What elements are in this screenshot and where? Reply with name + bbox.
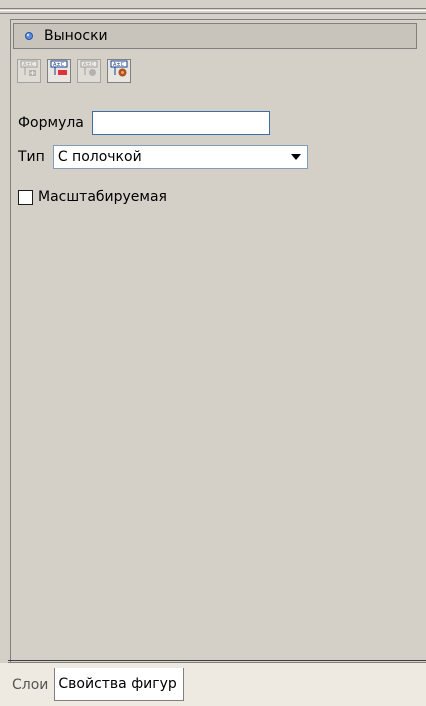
scalable-row: Масштабируемая xyxy=(18,189,167,205)
type-label: Тип xyxy=(18,149,45,165)
formula-label: Формула xyxy=(18,115,84,131)
panel-tabs: Слои Свойства фигур xyxy=(6,668,184,701)
callout-properties-icon: A±C xyxy=(110,60,128,82)
section-title: Выноски xyxy=(44,28,108,44)
blue-dot-icon xyxy=(22,29,36,43)
formula-input[interactable] xyxy=(91,111,270,135)
remove-callout-icon: A±C xyxy=(50,60,68,82)
scalable-checkbox[interactable] xyxy=(18,189,33,205)
add-callout-icon: A±C xyxy=(20,60,38,82)
tab-shape-properties-label: Свойства фигур xyxy=(58,676,177,692)
type-row: Тип С полочкой xyxy=(18,145,308,169)
type-select[interactable]: С полочкой xyxy=(52,145,308,169)
chevron-down-icon[interactable] xyxy=(285,147,306,167)
callout-properties-button[interactable]: A±C xyxy=(107,59,131,83)
callouts-section-header[interactable]: Выноски xyxy=(13,23,417,49)
formula-row: Формула xyxy=(18,111,270,135)
tab-shape-properties[interactable]: Свойства фигур xyxy=(54,668,184,701)
callout-toolbar: A±C A±C A±C A±C xyxy=(17,59,131,89)
scalable-label[interactable]: Масштабируемая xyxy=(38,189,167,205)
edit-callout-icon: A±C xyxy=(80,60,98,82)
remove-callout-button[interactable]: A±C xyxy=(47,59,71,83)
divider xyxy=(8,660,426,661)
edit-callout-button[interactable]: A±C xyxy=(77,59,101,83)
tab-layers-label: Слои xyxy=(12,676,49,693)
type-select-value: С полочкой xyxy=(57,149,142,165)
tab-layers[interactable]: Слои xyxy=(6,668,54,701)
top-frame xyxy=(0,0,426,20)
add-callout-button[interactable]: A±C xyxy=(17,59,41,83)
